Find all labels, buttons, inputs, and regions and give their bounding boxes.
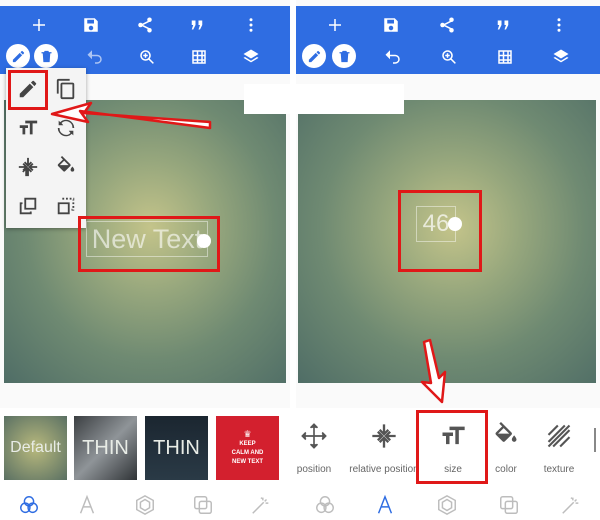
white-overlay-bar bbox=[244, 84, 404, 114]
red-down-arrow bbox=[420, 338, 447, 404]
red-pointer-arrow bbox=[50, 101, 212, 130]
right-screenshot: 46 position relative position size color… bbox=[296, 0, 600, 520]
left-screenshot: New Text Default THIN THIN ♛ KEEP CALM A… bbox=[0, 0, 290, 520]
